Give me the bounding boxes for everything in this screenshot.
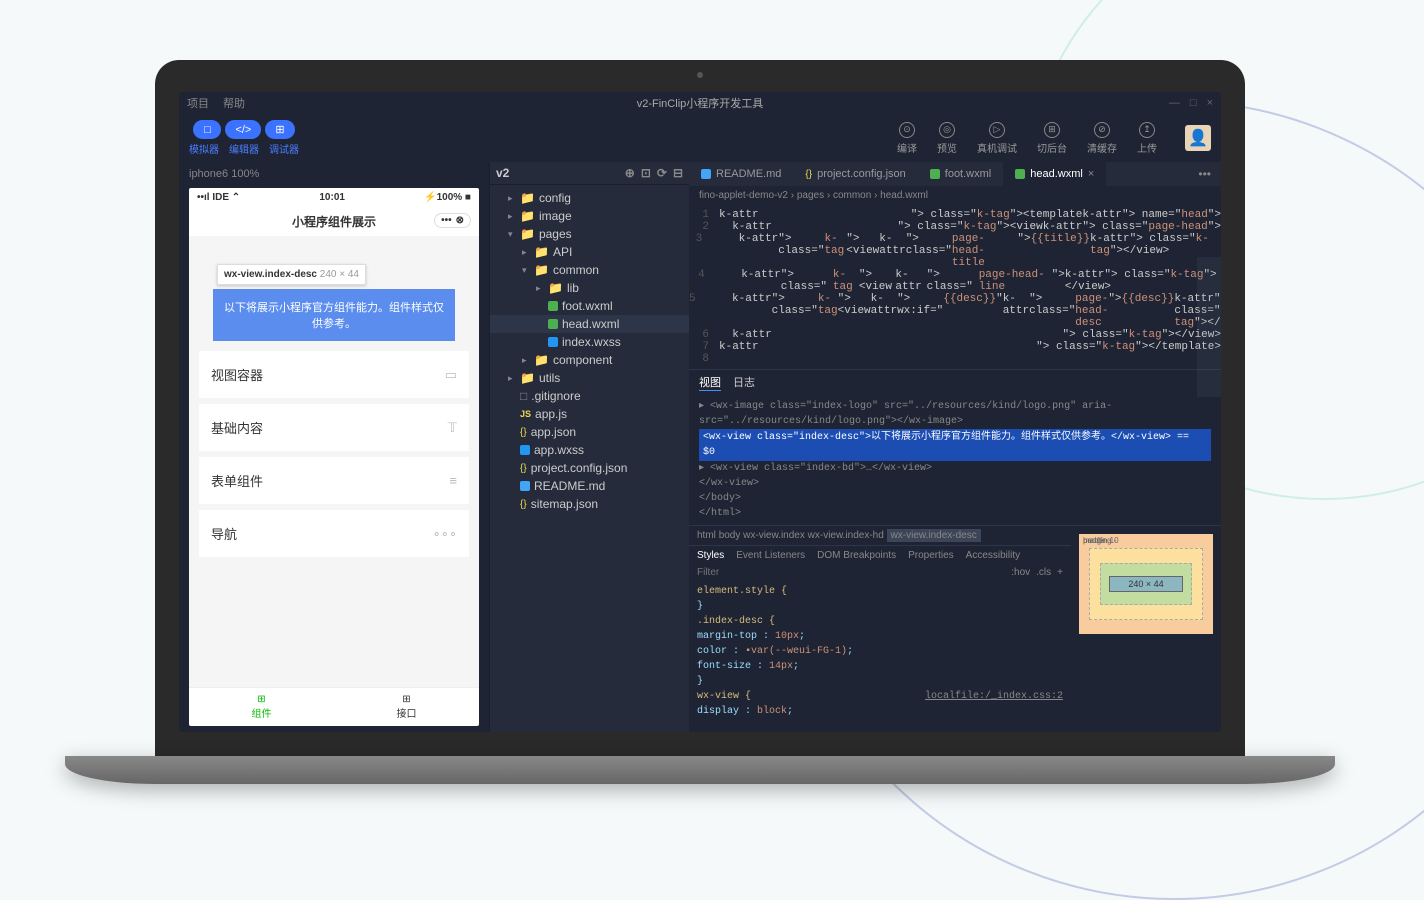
menu-item[interactable]: 视图容器▭	[199, 351, 469, 398]
tree-item[interactable]: app.wxss	[490, 441, 689, 459]
editor-panel: README.md{} project.config.json foot.wxm…	[689, 162, 1221, 732]
toggle-simulator[interactable]: □	[193, 120, 221, 139]
code-editor[interactable]: 1k-attr"> class="k-tag"><templatek-attr"…	[689, 205, 1221, 369]
tool-清缓存[interactable]: ⊘清缓存	[1087, 122, 1117, 155]
window-close[interactable]: ×	[1207, 97, 1213, 109]
devtools-tab[interactable]: DOM Breakpoints	[817, 550, 896, 561]
simulator-panel: iphone6 100% ••ıl IDE ⌃ 10:01 ⚡100% ■ 小程…	[179, 162, 489, 732]
toggle-editor[interactable]: </>	[225, 120, 261, 139]
menu-item[interactable]: 表单组件≡	[199, 457, 469, 504]
collapse-icon[interactable]: ⊟	[673, 166, 683, 180]
editor-tab[interactable]: foot.wxml	[918, 162, 1003, 186]
tab-view[interactable]: 视图	[699, 374, 721, 391]
crumb[interactable]: html	[697, 530, 716, 541]
device-info: iphone6 100%	[189, 168, 479, 180]
laptop-camera	[697, 72, 703, 78]
label-debugger: 调试器	[269, 141, 299, 156]
tree-item[interactable]: ▸📁 lib	[490, 279, 689, 297]
crumb[interactable]: wx-view.index-hd	[808, 530, 884, 541]
tool-真机调试[interactable]: ▷真机调试	[977, 122, 1017, 155]
tree-item[interactable]: ▸📁 component	[490, 351, 689, 369]
label-simulator: 模拟器	[189, 141, 219, 156]
toolbar: □ </> ⊞ 模拟器 编辑器 调试器 ⊙编译 ◎预览 ▷真机调试 ⊞切后台 ⊘清缓存 ↥…	[179, 114, 1221, 162]
breadcrumb[interactable]: fino-applet-demo-v2 › pages › common › h…	[689, 186, 1221, 205]
crumb[interactable]: wx-view.index-desc	[887, 529, 981, 542]
menu-project[interactable]: 项目	[187, 95, 209, 111]
titlebar: 项目 帮助 v2-FinClip小程序开发工具 — □ ×	[179, 92, 1221, 114]
phone-tab[interactable]: ⊞接口	[334, 688, 479, 726]
page-title: 小程序组件展示	[292, 215, 376, 229]
crumb[interactable]: body	[719, 530, 741, 541]
tab-log[interactable]: 日志	[733, 374, 755, 391]
phone-tab[interactable]: ⊞组件	[189, 688, 334, 726]
status-time: 10:01	[319, 192, 345, 203]
window-minimize[interactable]: —	[1169, 97, 1180, 109]
cls-toggle[interactable]: .cls	[1036, 567, 1051, 578]
new-folder-icon[interactable]: ⊡	[641, 166, 651, 180]
phone-frame: ••ıl IDE ⌃ 10:01 ⚡100% ■ 小程序组件展示 •••⊗ wx…	[189, 188, 479, 726]
label-editor: 编辑器	[229, 141, 259, 156]
tree-item[interactable]: ▸📁 API	[490, 243, 689, 261]
tree-item[interactable]: JS app.js	[490, 405, 689, 423]
close-icon[interactable]: ×	[1088, 168, 1094, 180]
inspect-tooltip: wx-view.index-desc 240 × 44	[217, 264, 366, 285]
devtools-tab[interactable]: Styles	[697, 550, 724, 561]
add-rule[interactable]: +	[1057, 567, 1063, 578]
dom-inspector[interactable]: ▸ <wx-image class="index-logo" src="../r…	[689, 395, 1221, 525]
new-file-icon[interactable]: ⊕	[625, 166, 635, 180]
tab-overflow[interactable]: •••	[1188, 167, 1221, 181]
hov-toggle[interactable]: :hov	[1011, 567, 1030, 578]
editor-tab[interactable]: {} project.config.json	[793, 162, 917, 186]
tool-切后台[interactable]: ⊞切后台	[1037, 122, 1067, 155]
tree-item[interactable]: {} project.config.json	[490, 459, 689, 477]
box-model: margin 10 border - padding - 240 × 44	[1071, 526, 1221, 732]
project-root[interactable]: v2	[496, 166, 509, 180]
devtools-tab[interactable]: Properties	[908, 550, 954, 561]
tree-item[interactable]: ▾📁 pages	[490, 225, 689, 243]
window-maximize[interactable]: □	[1190, 97, 1197, 109]
avatar[interactable]: 👤	[1185, 125, 1211, 151]
highlighted-element[interactable]: 以下将展示小程序官方组件能力。组件样式仅供参考。	[213, 289, 455, 341]
tree-item[interactable]: ▸📁 utils	[490, 369, 689, 387]
tree-item[interactable]: ▸📁 image	[490, 207, 689, 225]
styles-pane[interactable]: element.style {}.index-desc {</span></di…	[689, 580, 1071, 723]
tree-item[interactable]: {} app.json	[490, 423, 689, 441]
mid-panel-tabs: 视图 日志	[689, 369, 1221, 395]
tree-item[interactable]: foot.wxml	[490, 297, 689, 315]
editor-tab[interactable]: head.wxml ×	[1003, 162, 1106, 186]
devtools-tab[interactable]: Event Listeners	[736, 550, 805, 561]
tree-item[interactable]: index.wxss	[490, 333, 689, 351]
ide-window: 项目 帮助 v2-FinClip小程序开发工具 — □ × □ </> ⊞ 模拟…	[179, 92, 1221, 732]
menu-help[interactable]: 帮助	[223, 95, 245, 111]
crumb[interactable]: wx-view.index	[743, 530, 805, 541]
minimap[interactable]	[1197, 257, 1221, 397]
devtools-tab[interactable]: Accessibility	[966, 550, 1020, 561]
tool-预览[interactable]: ◎预览	[937, 122, 957, 155]
toggle-debugger[interactable]: ⊞	[265, 120, 294, 139]
tool-编译[interactable]: ⊙编译	[897, 122, 917, 155]
status-battery: ⚡100% ■	[424, 192, 471, 203]
tree-item[interactable]: ▾📁 common	[490, 261, 689, 279]
status-left: ••ıl IDE ⌃	[197, 192, 240, 203]
tree-item[interactable]: □ .gitignore	[490, 387, 689, 405]
tree-item[interactable]: head.wxml	[490, 315, 689, 333]
tool-上传[interactable]: ↥上传	[1137, 122, 1157, 155]
tree-item[interactable]: {} sitemap.json	[490, 495, 689, 513]
refresh-icon[interactable]: ⟳	[657, 166, 667, 180]
menu-item[interactable]: 基础内容𝕋	[199, 404, 469, 451]
menu-item[interactable]: 导航∘∘∘	[199, 510, 469, 557]
window-title: v2-FinClip小程序开发工具	[637, 95, 764, 111]
element-crumbs[interactable]: html body wx-view.index wx-view.index-hd…	[689, 526, 1071, 546]
file-tree-panel: v2 ⊕ ⊡ ⟳ ⊟ ▸📁 config▸📁 image▾📁 pages▸📁 A…	[489, 162, 689, 732]
editor-tab[interactable]: README.md	[689, 162, 793, 186]
styles-filter[interactable]	[697, 567, 1003, 578]
tree-item[interactable]: README.md	[490, 477, 689, 495]
tree-item[interactable]: ▸📁 config	[490, 189, 689, 207]
laptop-frame: 项目 帮助 v2-FinClip小程序开发工具 — □ × □ </> ⊞ 模拟…	[155, 60, 1245, 784]
capsule[interactable]: •••⊗	[434, 213, 471, 228]
